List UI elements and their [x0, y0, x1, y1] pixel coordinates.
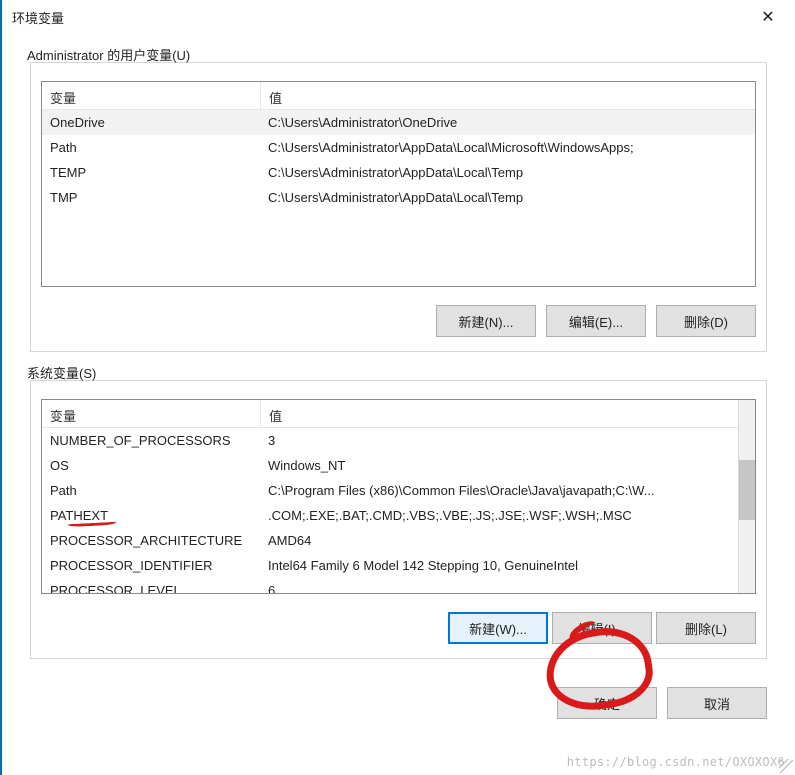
list-row[interactable]: OneDrive C:\Users\Administrator\OneDrive	[42, 110, 755, 135]
cell-name: Path	[42, 137, 260, 158]
column-header-value[interactable]: 值	[260, 82, 755, 109]
cell-name: PROCESSOR_LEVEL	[42, 580, 260, 593]
dialog-client-area: Administrator 的用户变量(U) 变量 值 OneDrive C:\…	[2, 62, 795, 739]
system-variables-legend: 系统变量(S)	[27, 363, 96, 382]
cell-value: .COM;.EXE;.BAT;.CMD;.VBS;.VBE;.JS;.JSE;.…	[260, 505, 738, 526]
cell-name: Path	[42, 480, 260, 501]
cell-name: TMP	[42, 187, 260, 208]
cell-value: 6	[260, 580, 738, 593]
cell-value: 3	[260, 430, 738, 451]
list-row[interactable]: TMP C:\Users\Administrator\AppData\Local…	[42, 185, 755, 210]
ok-button[interactable]: 确定	[557, 687, 657, 719]
scrollbar[interactable]	[738, 400, 755, 593]
cell-name: OS	[42, 455, 260, 476]
list-row[interactable]: Path C:\Program Files (x86)\Common Files…	[42, 478, 738, 503]
window-title: 环境变量	[12, 8, 64, 27]
watermark: https://blog.csdn.net/OXOXOX6	[567, 755, 785, 769]
system-variables-list[interactable]: 变量 值 NUMBER_OF_PROCESSORS 3 OS Windows_N…	[41, 399, 756, 594]
list-header: 变量 值	[42, 400, 738, 428]
resize-grip-icon[interactable]	[779, 759, 793, 773]
system-edit-button[interactable]: 编辑(I)...	[552, 612, 652, 644]
cell-value: C:\Users\Administrator\AppData\Local\Mic…	[260, 137, 755, 158]
cell-name: PATHEXT	[42, 505, 260, 526]
list-row[interactable]: PROCESSOR_IDENTIFIER Intel64 Family 6 Mo…	[42, 553, 738, 578]
list-row[interactable]: TEMP C:\Users\Administrator\AppData\Loca…	[42, 160, 755, 185]
cell-name: OneDrive	[42, 112, 260, 133]
user-variables-group: Administrator 的用户变量(U) 变量 值 OneDrive C:\…	[30, 62, 767, 352]
user-variables-legend: Administrator 的用户变量(U)	[27, 45, 190, 64]
list-row[interactable]: NUMBER_OF_PROCESSORS 3	[42, 428, 738, 453]
system-delete-button[interactable]: 删除(L)	[656, 612, 756, 644]
list-row[interactable]: PATHEXT .COM;.EXE;.BAT;.CMD;.VBS;.VBE;.J…	[42, 503, 738, 528]
cell-name: TEMP	[42, 162, 260, 183]
list-row[interactable]: Path C:\Users\Administrator\AppData\Loca…	[42, 135, 755, 160]
system-variables-group: 系统变量(S) 变量 值 NUMBER_OF_PROCESSORS 3 OS W…	[30, 380, 767, 659]
column-header-name[interactable]: 变量	[42, 400, 260, 427]
cell-value: C:\Users\Administrator\AppData\Local\Tem…	[260, 162, 755, 183]
list-row[interactable]: PROCESSOR_LEVEL 6	[42, 578, 738, 593]
user-edit-button[interactable]: 编辑(E)...	[546, 305, 646, 337]
user-delete-button[interactable]: 删除(D)	[656, 305, 756, 337]
cell-name: PROCESSOR_ARCHITECTURE	[42, 530, 260, 551]
system-variables-button-row: 新建(W)... 编辑(I)... 删除(L)	[41, 612, 756, 644]
user-variables-button-row: 新建(N)... 编辑(E)... 删除(D)	[41, 305, 756, 337]
cell-value: C:\Users\Administrator\OneDrive	[260, 112, 755, 133]
user-variables-list[interactable]: 变量 值 OneDrive C:\Users\Administrator\One…	[41, 81, 756, 287]
cancel-button[interactable]: 取消	[667, 687, 767, 719]
cell-value: Intel64 Family 6 Model 142 Stepping 10, …	[260, 555, 738, 576]
scrollbar-thumb[interactable]	[739, 460, 755, 520]
column-header-value[interactable]: 值	[260, 400, 738, 427]
user-new-button[interactable]: 新建(N)...	[436, 305, 536, 337]
title-bar: 环境变量 ✕	[2, 0, 795, 34]
list-row[interactable]: PROCESSOR_ARCHITECTURE AMD64	[42, 528, 738, 553]
close-button[interactable]: ✕	[745, 2, 791, 32]
cell-name: NUMBER_OF_PROCESSORS	[42, 430, 260, 451]
list-row[interactable]: OS Windows_NT	[42, 453, 738, 478]
cell-name: PROCESSOR_IDENTIFIER	[42, 555, 260, 576]
cell-value: Windows_NT	[260, 455, 738, 476]
cell-value: C:\Users\Administrator\AppData\Local\Tem…	[260, 187, 755, 208]
cell-value: AMD64	[260, 530, 738, 551]
system-new-button[interactable]: 新建(W)...	[448, 612, 548, 644]
list-header: 变量 值	[42, 82, 755, 110]
dialog-button-row: 确定 取消	[30, 687, 767, 719]
column-header-name[interactable]: 变量	[42, 82, 260, 109]
cell-value: C:\Program Files (x86)\Common Files\Orac…	[260, 480, 738, 501]
